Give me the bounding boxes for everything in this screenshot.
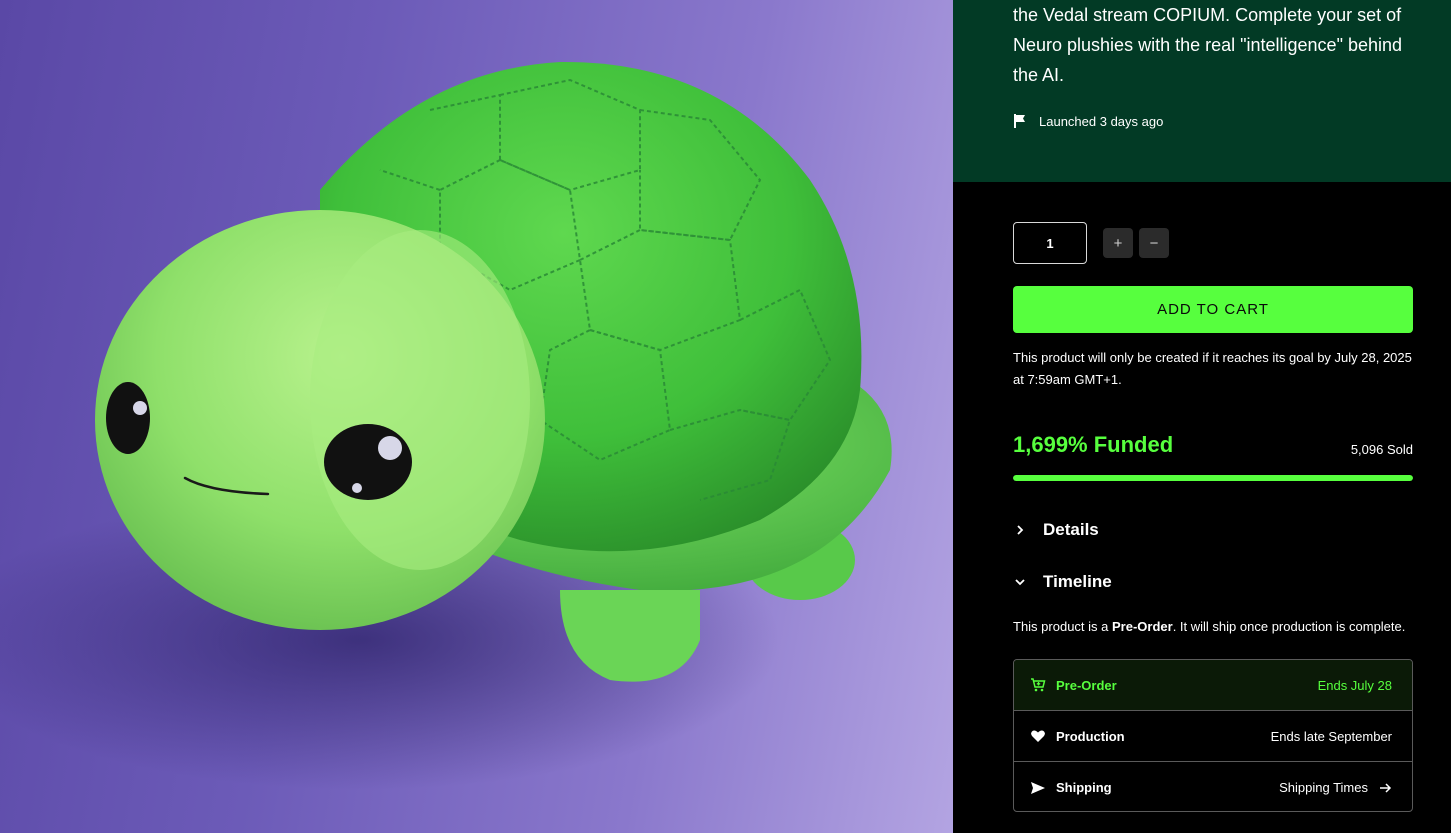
timeline-step-name: Pre-Order: [1056, 677, 1117, 693]
timeline-step-date: Ends late September: [1270, 728, 1392, 744]
accordion-details[interactable]: Details: [1013, 520, 1099, 540]
timeline-intro-text-end: . It will ship once production is comple…: [1172, 619, 1406, 634]
accordion-timeline-label: Timeline: [1043, 572, 1112, 591]
launch-date: Launched 3 days ago: [1039, 113, 1164, 129]
cart-icon: [1031, 678, 1046, 692]
sold-count: 5,096 Sold: [1350, 442, 1413, 457]
quantity-input[interactable]: [1013, 222, 1087, 264]
flag-icon: [1014, 114, 1025, 128]
funding-progress-fill: [1013, 475, 1413, 481]
timeline-step-date: Ends July 28: [1317, 677, 1392, 693]
timeline-step-shipping: Shipping Shipping Times: [1014, 762, 1412, 811]
timeline-step-name: Production: [1056, 728, 1125, 744]
quantity-stepper: + −: [1013, 222, 1169, 264]
add-to-cart-button[interactable]: ADD TO CART: [1013, 286, 1413, 333]
timeline-intro: This product is a Pre-Order. It will shi…: [1013, 619, 1433, 634]
decrement-button[interactable]: −: [1139, 228, 1169, 258]
product-image: [0, 0, 953, 833]
timeline-intro-text: This product is a: [1013, 619, 1112, 634]
arrow-right-icon: [1380, 782, 1392, 793]
timeline-step-preorder: Pre-Order Ends July 28: [1014, 660, 1412, 711]
product-description: the Vedal stream COPIUM. Complete your s…: [1013, 5, 1403, 85]
send-icon: [1031, 781, 1045, 794]
funded-percentage: 1,699% Funded: [1013, 432, 1174, 457]
goal-note: This product will only be created if it …: [1013, 350, 1412, 387]
timeline-step-name: Shipping: [1056, 780, 1112, 795]
turtle-plush-illustration: [0, 61, 892, 790]
launch-info: Launched 3 days ago: [1013, 113, 1163, 129]
timeline-list: Pre-Order Ends July 28 Production Ends l…: [1013, 659, 1413, 812]
accordion-timeline[interactable]: Timeline: [1013, 572, 1112, 592]
funding-progress-bar: [1013, 475, 1413, 481]
shipping-times-link[interactable]: Shipping Times: [1279, 780, 1392, 795]
timeline-step-production: Production Ends late September: [1014, 711, 1412, 762]
chevron-right-icon: [1017, 525, 1024, 535]
product-info-panel: the Vedal stream COPIUM. Complete your s…: [953, 0, 1451, 833]
heart-icon: [1031, 730, 1045, 742]
chevron-down-icon: [1015, 579, 1025, 586]
accordion-details-label: Details: [1043, 520, 1099, 539]
timeline-intro-bold: Pre-Order: [1112, 619, 1173, 634]
shipping-times-label: Shipping Times: [1279, 780, 1368, 795]
increment-button[interactable]: +: [1103, 228, 1133, 258]
description-box: the Vedal stream COPIUM. Complete your s…: [953, 0, 1451, 182]
